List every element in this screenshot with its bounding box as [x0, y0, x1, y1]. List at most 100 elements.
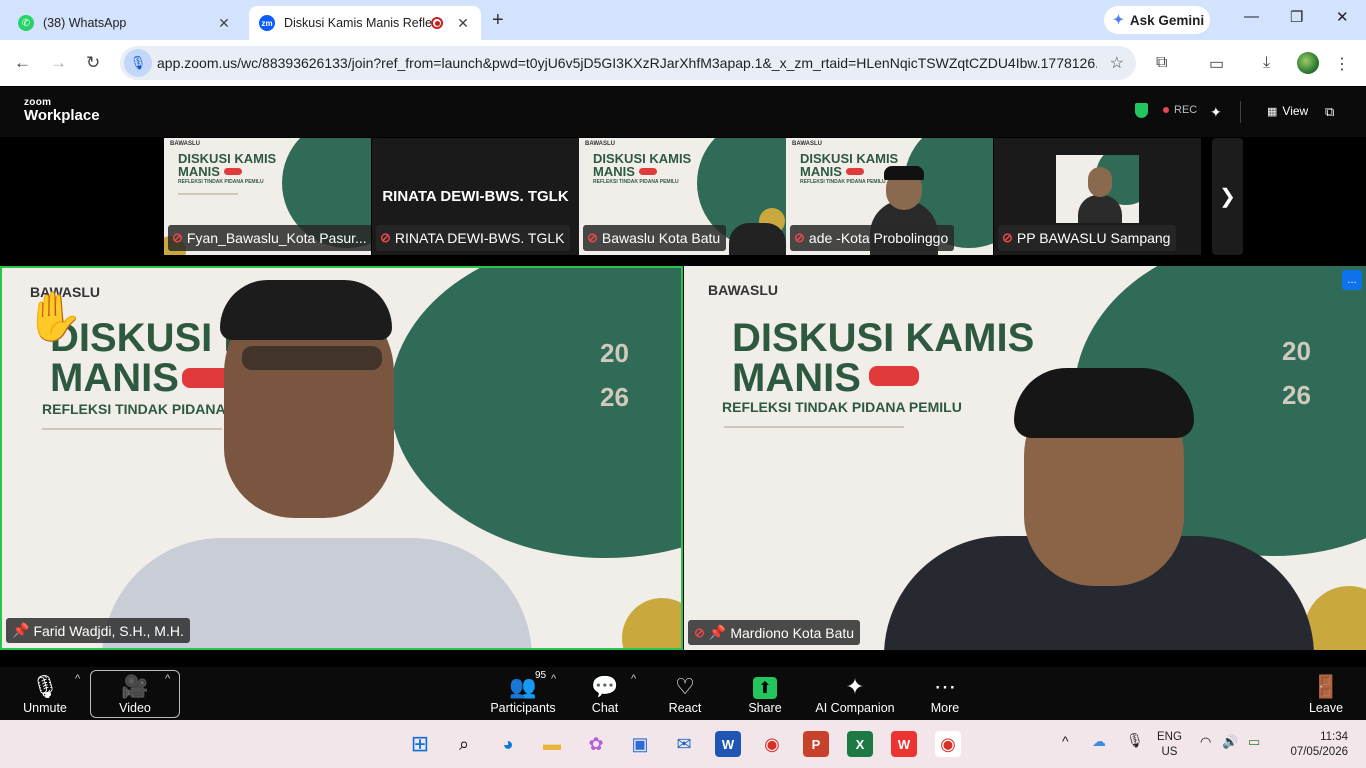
- onedrive-icon[interactable]: ☁: [1092, 734, 1106, 749]
- mic-muted-icon: ⊘: [794, 230, 805, 245]
- share-label: Share: [748, 701, 782, 715]
- poster-year: 26: [600, 382, 629, 412]
- chrome-active-icon[interactable]: ◉: [935, 731, 961, 757]
- participant-name-label: ⊘ 📌 Mardiono Kota Batu: [688, 620, 861, 645]
- battery-icon[interactable]: ▭: [1248, 734, 1260, 749]
- volume-icon[interactable]: 🔊: [1222, 734, 1238, 749]
- store-icon[interactable]: ▣: [627, 731, 653, 757]
- ai-sparkle-icon: ✦: [845, 674, 865, 699]
- tab-whatsapp[interactable]: ✆ (38) WhatsApp ✕: [8, 6, 242, 40]
- zoom-header: zoom Workplace REC ✦ ▦ View ⧉: [0, 87, 1366, 137]
- mail-icon[interactable]: ✉: [671, 731, 697, 757]
- wifi-icon[interactable]: ◠: [1200, 734, 1211, 749]
- raised-hand-icon: ✋: [24, 291, 84, 344]
- video-options-caret[interactable]: ^: [165, 673, 170, 685]
- participants-label: Participants: [490, 701, 556, 715]
- leave-label: Leave: [1308, 701, 1344, 715]
- chevron-right-icon: ❯: [1219, 186, 1236, 208]
- extensions-icon[interactable]: ⧉: [1156, 54, 1167, 72]
- participant-tile[interactable]: BAWASLU DISKUSI KAMIS MANIS REFLEKSI TIN…: [164, 138, 371, 255]
- clock-date: 07/05/2026: [1290, 746, 1348, 758]
- tab-zoom-meeting[interactable]: zm Diskusi Kamis Manis Refleksi ✕: [249, 6, 481, 40]
- video-button[interactable]: 🎥 Video: [105, 670, 165, 718]
- url-text[interactable]: app.zoom.us/wc/88393626133/join?ref_from…: [157, 55, 1097, 71]
- main-video-speaker[interactable]: BAWASLU DISKUSI KAMIS MANIS REFLEKSI TIN…: [0, 266, 683, 650]
- reload-icon[interactable]: ↻: [86, 53, 100, 73]
- restore-icon[interactable]: ❐: [1290, 8, 1303, 26]
- cast-icon[interactable]: ▭: [1209, 54, 1224, 74]
- pin-icon: 📌: [12, 622, 30, 638]
- poster-title: MANIS: [732, 356, 861, 400]
- ai-sparkle-icon[interactable]: ✦: [1210, 104, 1222, 121]
- copilot-icon[interactable]: ✿: [583, 731, 609, 757]
- forward-icon[interactable]: →: [50, 53, 67, 73]
- microphone-icon[interactable]: 🎙: [124, 49, 152, 77]
- profile-avatar[interactable]: [1297, 52, 1319, 74]
- participant-name: ⊘ RINATA DEWI-BWS. TGLK: [376, 225, 571, 251]
- minimize-icon[interactable]: —: [1244, 8, 1259, 25]
- speaker-name-text: Farid Wadjdi, S.H., M.H.: [33, 622, 184, 639]
- microphone-tray-icon[interactable]: 🎙: [1126, 733, 1144, 748]
- next-page-arrow-button[interactable]: ❯: [1212, 138, 1243, 255]
- wps-icon[interactable]: W: [891, 731, 917, 757]
- poster-title: MANIS: [50, 356, 179, 400]
- logo-bottom: Workplace: [24, 107, 100, 124]
- poster-year: 20: [1282, 336, 1311, 366]
- excel-icon[interactable]: X: [847, 731, 873, 757]
- view-button[interactable]: ▦ View: [1267, 104, 1308, 118]
- close-tab-icon[interactable]: ✕: [216, 15, 232, 32]
- back-icon[interactable]: ←: [14, 53, 31, 73]
- participant-tile[interactable]: ⊘ PP BAWASLU Sampang: [994, 138, 1201, 255]
- address-bar[interactable]: 🎙 app.zoom.us/wc/88393626133/join?ref_fr…: [120, 46, 1136, 80]
- close-tab-icon[interactable]: ✕: [455, 15, 471, 32]
- windows-start-icon[interactable]: ⊞: [407, 731, 433, 757]
- chat-options-caret[interactable]: ^: [631, 673, 636, 685]
- file-explorer-icon[interactable]: ▬: [539, 731, 565, 757]
- powerpoint-icon[interactable]: P: [803, 731, 829, 757]
- participant-name: ⊘ PP BAWASLU Sampang: [998, 225, 1177, 251]
- participant-avatar-name: RINATA DEWI-BWS. TGLK: [382, 188, 569, 205]
- ai-companion-button[interactable]: ✦ AI Companion: [812, 670, 898, 718]
- poster-subtitle: REFLEKSI TINDAK PIDANA PEMILU: [593, 179, 679, 185]
- participants-button[interactable]: 👥 Participants: [488, 670, 558, 718]
- poster-subtitle: REFLEKSI TINDAK PIDANA PEMILU: [722, 399, 962, 415]
- popout-icon[interactable]: ⧉: [1325, 104, 1334, 120]
- chat-button[interactable]: 💬 Chat: [585, 670, 625, 718]
- unmute-button[interactable]: 🎙 Unmute: [20, 670, 70, 718]
- lang-top: ENG: [1157, 731, 1182, 743]
- encryption-shield-icon[interactable]: [1135, 103, 1148, 118]
- ask-gemini-button[interactable]: ✦ Ask Gemini: [1104, 6, 1210, 34]
- pin-icon: 📌: [708, 624, 727, 640]
- close-window-icon[interactable]: ✕: [1336, 8, 1349, 26]
- menu-kebab-icon[interactable]: ⋮: [1334, 54, 1350, 74]
- show-hidden-icons-chevron-icon[interactable]: ^: [1062, 734, 1069, 749]
- download-icon[interactable]: ⤓: [1263, 54, 1270, 72]
- edge-icon[interactable]: ◕: [495, 731, 521, 757]
- participant-tile[interactable]: BAWASLU DISKUSI KAMIS MANIS REFLEKSI TIN…: [579, 138, 786, 255]
- rec-label: REC: [1174, 104, 1198, 116]
- react-button[interactable]: ♡ React: [665, 670, 705, 718]
- recording-indicator[interactable]: REC: [1163, 104, 1197, 116]
- bookmark-star-icon[interactable]: ☆: [1110, 53, 1124, 73]
- audio-options-caret[interactable]: ^: [75, 673, 80, 685]
- more-button[interactable]: ⋯ More: [925, 670, 965, 718]
- chrome-icon[interactable]: ◉: [759, 731, 785, 757]
- word-icon[interactable]: W: [715, 731, 741, 757]
- language-indicator[interactable]: ENG US: [1157, 730, 1182, 760]
- search-icon[interactable]: ⌕: [451, 731, 477, 757]
- ai-companion-label: AI Companion: [815, 701, 895, 715]
- clock[interactable]: 11:34 07/05/2026: [1284, 730, 1348, 760]
- participants-options-caret[interactable]: ^: [551, 673, 556, 685]
- participant-name-text: PP BAWASLU Sampang: [1016, 230, 1171, 246]
- participant-tile[interactable]: BAWASLU DISKUSI KAMIS MANIS REFLEKSI TIN…: [786, 138, 993, 255]
- leave-door-icon: 🚪: [1312, 674, 1340, 699]
- unmute-label: Unmute: [23, 701, 67, 715]
- new-tab-button[interactable]: +: [492, 9, 504, 32]
- participant-name: ⊘ Bawaslu Kota Batu: [583, 225, 727, 251]
- leave-button[interactable]: 🚪 Leave: [1305, 670, 1347, 718]
- mic-muted-icon: ⊘: [694, 624, 705, 640]
- participant-tile[interactable]: RINATA DEWI-BWS. TGLK ⊘ RINATA DEWI-BWS.…: [372, 138, 579, 255]
- tile-more-button[interactable]: ...: [1342, 270, 1362, 290]
- share-button[interactable]: ⬆ Share: [745, 670, 785, 718]
- main-video-participant[interactable]: BAWASLU DISKUSI KAMIS MANIS REFLEKSI TIN…: [684, 266, 1366, 650]
